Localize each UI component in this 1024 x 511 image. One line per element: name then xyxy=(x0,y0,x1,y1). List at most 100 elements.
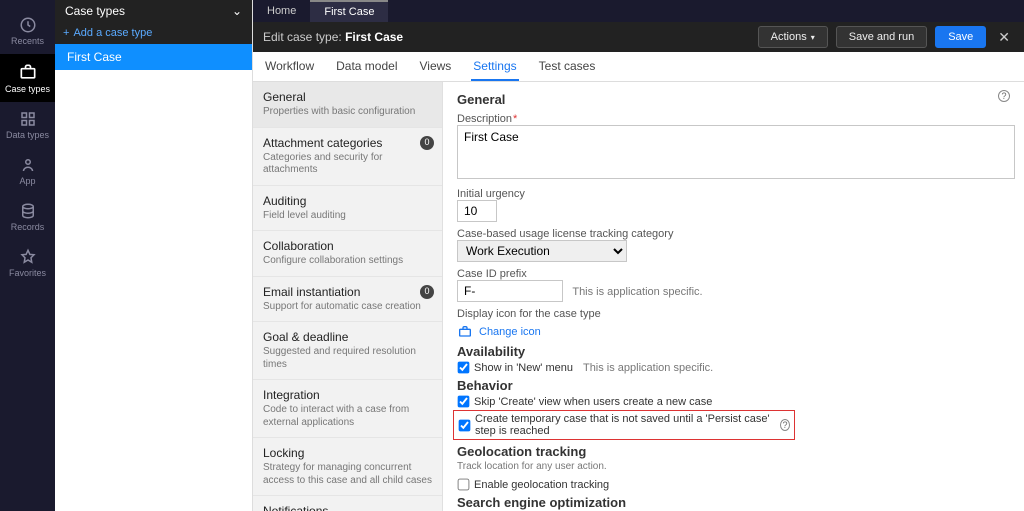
case-icon xyxy=(18,62,38,82)
settings-item[interactable]: Goal & deadlineSuggested and required re… xyxy=(253,322,442,380)
plus-icon: + xyxy=(63,27,69,39)
save-button[interactable]: Save xyxy=(935,26,986,48)
tab-first-case[interactable]: First Case xyxy=(310,0,388,22)
actions-button[interactable]: Actions ▾ xyxy=(758,26,828,48)
save-and-run-button[interactable]: Save and run xyxy=(836,26,927,48)
seo-heading: Search engine optimization xyxy=(457,495,1010,510)
save-run-label: Save and run xyxy=(849,31,914,43)
rail-data-types[interactable]: Data types xyxy=(0,102,55,148)
availability-heading: Availability xyxy=(457,344,1010,359)
settings-item-sub: Properties with basic configuration xyxy=(263,106,432,119)
clock-icon xyxy=(19,16,37,34)
settings-item-title: General xyxy=(263,90,432,105)
case-types-header-label: Case types xyxy=(65,4,125,18)
skip-create-label: Skip 'Create' view when users create a n… xyxy=(474,396,712,408)
urgency-field[interactable] xyxy=(457,200,497,222)
geo-heading: Geolocation tracking xyxy=(457,444,1010,459)
records-icon xyxy=(19,202,37,220)
show-in-new-hint: This is application specific. xyxy=(583,362,713,374)
close-icon[interactable]: ✕ xyxy=(994,29,1014,46)
rail-case-types[interactable]: Case types xyxy=(0,54,55,102)
subtab-workflow[interactable]: Workflow xyxy=(263,53,316,81)
subtab-test-cases[interactable]: Test cases xyxy=(537,53,598,81)
case-types-panel: Case types ⌄ + Add a case type First Cas… xyxy=(55,0,253,511)
settings-list[interactable]: GeneralProperties with basic configurati… xyxy=(253,82,443,511)
help-icon[interactable]: ? xyxy=(780,419,790,431)
rail-records-label: Records xyxy=(11,222,45,232)
settings-item[interactable]: Attachment categoriesCategories and secu… xyxy=(253,128,442,186)
help-icon[interactable]: ? xyxy=(998,90,1010,102)
top-tabs: Home First Case xyxy=(253,0,1024,22)
settings-item-title: Collaboration xyxy=(263,239,432,254)
edit-bar: Edit case type: First Case Actions ▾ Save… xyxy=(253,22,1024,52)
geo-enable-checkbox[interactable] xyxy=(458,479,470,491)
subtab-views[interactable]: Views xyxy=(418,53,454,81)
rail-records[interactable]: Records xyxy=(0,194,55,240)
subtab-settings[interactable]: Settings xyxy=(471,53,518,81)
tab-home-label: Home xyxy=(267,5,296,17)
settings-item-title: Goal & deadline xyxy=(263,330,432,345)
settings-item-sub: Categories and security for attachments xyxy=(263,152,432,177)
add-case-type-label: Add a case type xyxy=(73,27,152,39)
temp-case-label: Create temporary case that is not saved … xyxy=(475,413,773,437)
behavior-highlight: Create temporary case that is not saved … xyxy=(453,410,795,440)
prefix-field[interactable] xyxy=(457,280,563,302)
behavior-heading: Behavior xyxy=(457,378,1010,393)
settings-item-sub: Support for automatic case creation xyxy=(263,301,432,314)
add-case-type-link[interactable]: + Add a case type xyxy=(55,22,252,44)
geo-sub: Track location for any user action. xyxy=(457,461,1010,472)
urgency-label: Initial urgency xyxy=(457,188,1010,200)
grid-icon xyxy=(19,110,37,128)
settings-item-sub: Configure collaboration settings xyxy=(263,255,432,268)
rail-app-label: App xyxy=(19,176,35,186)
settings-item-sub: Strategy for managing concurrent access … xyxy=(263,462,432,487)
settings-item[interactable]: AuditingField level auditing xyxy=(253,186,442,232)
count-badge: 0 xyxy=(420,285,434,299)
skip-create-checkbox[interactable] xyxy=(458,396,470,408)
actions-label: Actions xyxy=(771,31,807,43)
settings-item[interactable]: GeneralProperties with basic configurati… xyxy=(253,82,442,128)
settings-item-title: Integration xyxy=(263,388,432,403)
tab-home[interactable]: Home xyxy=(253,0,310,22)
rail-recents[interactable]: Recents xyxy=(0,8,55,54)
show-in-new-checkbox[interactable] xyxy=(458,362,470,374)
rail-app[interactable]: App xyxy=(0,148,55,194)
temp-case-checkbox[interactable] xyxy=(459,419,471,431)
chevron-down-icon: ▾ xyxy=(811,33,815,42)
tab-first-case-label: First Case xyxy=(324,6,374,18)
settings-item[interactable]: Email instantiationSupport for automatic… xyxy=(253,277,442,323)
count-badge: 0 xyxy=(420,136,434,150)
settings-item-title: Notifications xyxy=(263,504,432,511)
rail-favorites[interactable]: Favorites xyxy=(0,240,55,286)
rail-recents-label: Recents xyxy=(11,36,44,46)
icon-label: Display icon for the case type xyxy=(457,308,1010,320)
settings-item-sub: Code to interact with a case from extern… xyxy=(263,404,432,429)
rail-favorites-label: Favorites xyxy=(9,268,46,278)
case-types-header[interactable]: Case types ⌄ xyxy=(55,0,252,22)
license-select[interactable]: Work Execution xyxy=(457,240,627,262)
settings-item[interactable]: IntegrationCode to interact with a case … xyxy=(253,380,442,438)
description-field[interactable]: First Case xyxy=(457,125,1015,179)
settings-item[interactable]: CollaborationConfigure collaboration set… xyxy=(253,231,442,277)
edit-name: First Case xyxy=(345,30,403,44)
subtabs: Workflow Data model Views Settings Test … xyxy=(253,52,1024,82)
left-rail: Recents Case types Data types App Record… xyxy=(0,0,55,511)
case-type-item[interactable]: First Case xyxy=(55,44,252,70)
settings-form: ? General Description First Case Initial… xyxy=(443,82,1024,511)
edit-prefix: Edit case type: xyxy=(263,30,342,44)
settings-item[interactable]: NotificationsEmail and push notification… xyxy=(253,496,442,511)
briefcase-icon xyxy=(457,324,473,340)
show-in-new-label: Show in 'New' menu xyxy=(474,362,573,374)
rail-data-types-label: Data types xyxy=(6,130,49,140)
app-icon xyxy=(19,156,37,174)
change-icon-link[interactable]: Change icon xyxy=(479,326,541,338)
case-type-item-label: First Case xyxy=(67,50,122,64)
settings-item-title: Auditing xyxy=(263,194,432,209)
settings-item[interactable]: LockingStrategy for managing concurrent … xyxy=(253,438,442,496)
prefix-hint: This is application specific. xyxy=(572,286,702,298)
main-area: Home First Case Edit case type: First Ca… xyxy=(253,0,1024,511)
geo-enable-label: Enable geolocation tracking xyxy=(474,479,609,491)
star-icon xyxy=(19,248,37,266)
subtab-data-model[interactable]: Data model xyxy=(334,53,399,81)
license-label: Case-based usage license tracking catego… xyxy=(457,228,1010,240)
